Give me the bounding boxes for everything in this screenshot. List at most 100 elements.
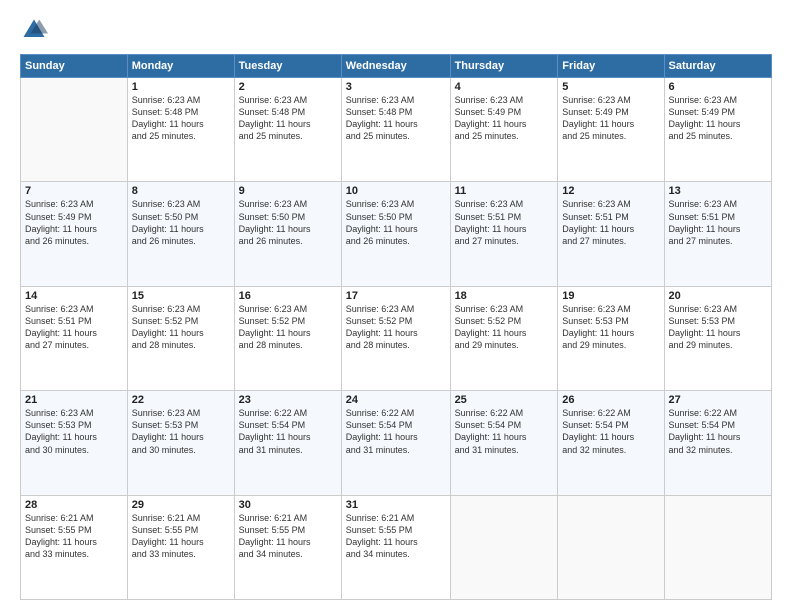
- day-info: Sunrise: 6:22 AM Sunset: 5:54 PM Dayligh…: [669, 407, 767, 456]
- day-info: Sunrise: 6:22 AM Sunset: 5:54 PM Dayligh…: [346, 407, 446, 456]
- calendar-week-row: 1 Sunrise: 6:23 AM Sunset: 5:48 PM Daylig…: [21, 78, 772, 182]
- calendar-cell: 1Sunrise: 6:23 AM Sunset: 5:48 PM Daylig…: [127, 78, 234, 182]
- calendar-cell: 23Sunrise: 6:22 AM Sunset: 5:54 PM Dayli…: [234, 391, 341, 495]
- calendar: SundayMondayTuesdayWednesdayThursdayFrid…: [20, 54, 772, 600]
- calendar-cell: 5Sunrise: 6:23 AM Sunset: 5:49 PM Daylig…: [558, 78, 664, 182]
- calendar-cell: 20Sunrise: 6:23 AM Sunset: 5:53 PM Dayli…: [664, 286, 771, 390]
- day-number: 25: [455, 394, 554, 406]
- calendar-cell: 29Sunrise: 6:21 AM Sunset: 5:55 PM Dayli…: [127, 495, 234, 599]
- day-info: Sunrise: 6:21 AM Sunset: 5:55 PM Dayligh…: [239, 512, 337, 561]
- calendar-cell: 22Sunrise: 6:23 AM Sunset: 5:53 PM Dayli…: [127, 391, 234, 495]
- day-number: 8: [132, 185, 230, 197]
- day-info: Sunrise: 6:21 AM Sunset: 5:55 PM Dayligh…: [346, 512, 446, 561]
- day-info: Sunrise: 6:23 AM Sunset: 5:48 PM Dayligh…: [239, 94, 337, 143]
- day-info: Sunrise: 6:23 AM Sunset: 5:52 PM Dayligh…: [346, 303, 446, 352]
- day-number: 22: [132, 394, 230, 406]
- day-info: Sunrise: 6:23 AM Sunset: 5:53 PM Dayligh…: [669, 303, 767, 352]
- day-number: 10: [346, 185, 446, 197]
- weekday-header: Wednesday: [341, 55, 450, 78]
- day-info: Sunrise: 6:23 AM Sunset: 5:52 PM Dayligh…: [455, 303, 554, 352]
- day-number: 27: [669, 394, 767, 406]
- day-number: 9: [239, 185, 337, 197]
- calendar-cell: 11Sunrise: 6:23 AM Sunset: 5:51 PM Dayli…: [450, 182, 558, 286]
- day-info: Sunrise: 6:23 AM Sunset: 5:49 PM Dayligh…: [455, 94, 554, 143]
- calendar-cell: 4Sunrise: 6:23 AM Sunset: 5:49 PM Daylig…: [450, 78, 558, 182]
- day-number: 31: [346, 499, 446, 511]
- day-info: Sunrise: 6:22 AM Sunset: 5:54 PM Dayligh…: [455, 407, 554, 456]
- calendar-cell: 10Sunrise: 6:23 AM Sunset: 5:50 PM Dayli…: [341, 182, 450, 286]
- day-number: 5: [562, 81, 659, 93]
- day-info: Sunrise: 6:23 AM Sunset: 5:51 PM Dayligh…: [562, 198, 659, 247]
- calendar-cell: 9Sunrise: 6:23 AM Sunset: 5:50 PM Daylig…: [234, 182, 341, 286]
- calendar-cell: 18Sunrise: 6:23 AM Sunset: 5:52 PM Dayli…: [450, 286, 558, 390]
- weekday-header: Sunday: [21, 55, 128, 78]
- calendar-cell: 8Sunrise: 6:23 AM Sunset: 5:50 PM Daylig…: [127, 182, 234, 286]
- calendar-cell: 3Sunrise: 6:23 AM Sunset: 5:48 PM Daylig…: [341, 78, 450, 182]
- day-info: Sunrise: 6:23 AM Sunset: 5:49 PM Dayligh…: [562, 94, 659, 143]
- calendar-cell: 28Sunrise: 6:21 AM Sunset: 5:55 PM Dayli…: [21, 495, 128, 599]
- calendar-cell: 31Sunrise: 6:21 AM Sunset: 5:55 PM Dayli…: [341, 495, 450, 599]
- calendar-cell: 2Sunrise: 6:23 AM Sunset: 5:48 PM Daylig…: [234, 78, 341, 182]
- day-number: 3: [346, 81, 446, 93]
- day-info: Sunrise: 6:23 AM Sunset: 5:51 PM Dayligh…: [455, 198, 554, 247]
- logo: [20, 16, 52, 44]
- day-number: 28: [25, 499, 123, 511]
- calendar-week-row: 28Sunrise: 6:21 AM Sunset: 5:55 PM Dayli…: [21, 495, 772, 599]
- day-info: Sunrise: 6:23 AM Sunset: 5:52 PM Dayligh…: [132, 303, 230, 352]
- calendar-week-row: 7Sunrise: 6:23 AM Sunset: 5:49 PM Daylig…: [21, 182, 772, 286]
- day-info: Sunrise: 6:23 AM Sunset: 5:50 PM Dayligh…: [132, 198, 230, 247]
- weekday-header: Saturday: [664, 55, 771, 78]
- day-number: 4: [455, 81, 554, 93]
- weekday-header: Monday: [127, 55, 234, 78]
- calendar-cell: 30Sunrise: 6:21 AM Sunset: 5:55 PM Dayli…: [234, 495, 341, 599]
- weekday-header: Thursday: [450, 55, 558, 78]
- logo-icon: [20, 16, 48, 44]
- weekday-header: Friday: [558, 55, 664, 78]
- day-info: Sunrise: 6:23 AM Sunset: 5:53 PM Dayligh…: [25, 407, 123, 456]
- day-info: Sunrise: 6:21 AM Sunset: 5:55 PM Dayligh…: [132, 512, 230, 561]
- day-number: 20: [669, 290, 767, 302]
- day-number: 30: [239, 499, 337, 511]
- day-number: 21: [25, 394, 123, 406]
- day-number: 19: [562, 290, 659, 302]
- calendar-cell: 15Sunrise: 6:23 AM Sunset: 5:52 PM Dayli…: [127, 286, 234, 390]
- day-number: 15: [132, 290, 230, 302]
- day-number: 13: [669, 185, 767, 197]
- day-number: 11: [455, 185, 554, 197]
- weekday-header: Tuesday: [234, 55, 341, 78]
- day-number: 1: [132, 81, 230, 93]
- page: SundayMondayTuesdayWednesdayThursdayFrid…: [0, 0, 792, 612]
- calendar-cell: [21, 78, 128, 182]
- day-info: Sunrise: 6:23 AM Sunset: 5:49 PM Dayligh…: [669, 94, 767, 143]
- calendar-cell: 16Sunrise: 6:23 AM Sunset: 5:52 PM Dayli…: [234, 286, 341, 390]
- calendar-header-row: SundayMondayTuesdayWednesdayThursdayFrid…: [21, 55, 772, 78]
- calendar-cell: 13Sunrise: 6:23 AM Sunset: 5:51 PM Dayli…: [664, 182, 771, 286]
- day-number: 12: [562, 185, 659, 197]
- day-number: 14: [25, 290, 123, 302]
- day-number: 29: [132, 499, 230, 511]
- day-info: Sunrise: 6:23 AM Sunset: 5:52 PM Dayligh…: [239, 303, 337, 352]
- day-number: 17: [346, 290, 446, 302]
- calendar-cell: 17Sunrise: 6:23 AM Sunset: 5:52 PM Dayli…: [341, 286, 450, 390]
- day-info: Sunrise: 6:23 AM Sunset: 5:53 PM Dayligh…: [562, 303, 659, 352]
- calendar-cell: 7Sunrise: 6:23 AM Sunset: 5:49 PM Daylig…: [21, 182, 128, 286]
- day-info: Sunrise: 6:21 AM Sunset: 5:55 PM Dayligh…: [25, 512, 123, 561]
- day-info: Sunrise: 6:23 AM Sunset: 5:49 PM Dayligh…: [25, 198, 123, 247]
- day-number: 26: [562, 394, 659, 406]
- day-number: 7: [25, 185, 123, 197]
- day-number: 23: [239, 394, 337, 406]
- calendar-cell: [558, 495, 664, 599]
- calendar-week-row: 14Sunrise: 6:23 AM Sunset: 5:51 PM Dayli…: [21, 286, 772, 390]
- calendar-cell: 24Sunrise: 6:22 AM Sunset: 5:54 PM Dayli…: [341, 391, 450, 495]
- day-info: Sunrise: 6:23 AM Sunset: 5:50 PM Dayligh…: [239, 198, 337, 247]
- day-number: 24: [346, 394, 446, 406]
- header: [20, 16, 772, 44]
- calendar-cell: 26Sunrise: 6:22 AM Sunset: 5:54 PM Dayli…: [558, 391, 664, 495]
- calendar-cell: 19Sunrise: 6:23 AM Sunset: 5:53 PM Dayli…: [558, 286, 664, 390]
- day-number: 2: [239, 81, 337, 93]
- day-number: 6: [669, 81, 767, 93]
- day-info: Sunrise: 6:23 AM Sunset: 5:53 PM Dayligh…: [132, 407, 230, 456]
- calendar-cell: 27Sunrise: 6:22 AM Sunset: 5:54 PM Dayli…: [664, 391, 771, 495]
- day-info: Sunrise: 6:23 AM Sunset: 5:51 PM Dayligh…: [669, 198, 767, 247]
- calendar-cell: 25Sunrise: 6:22 AM Sunset: 5:54 PM Dayli…: [450, 391, 558, 495]
